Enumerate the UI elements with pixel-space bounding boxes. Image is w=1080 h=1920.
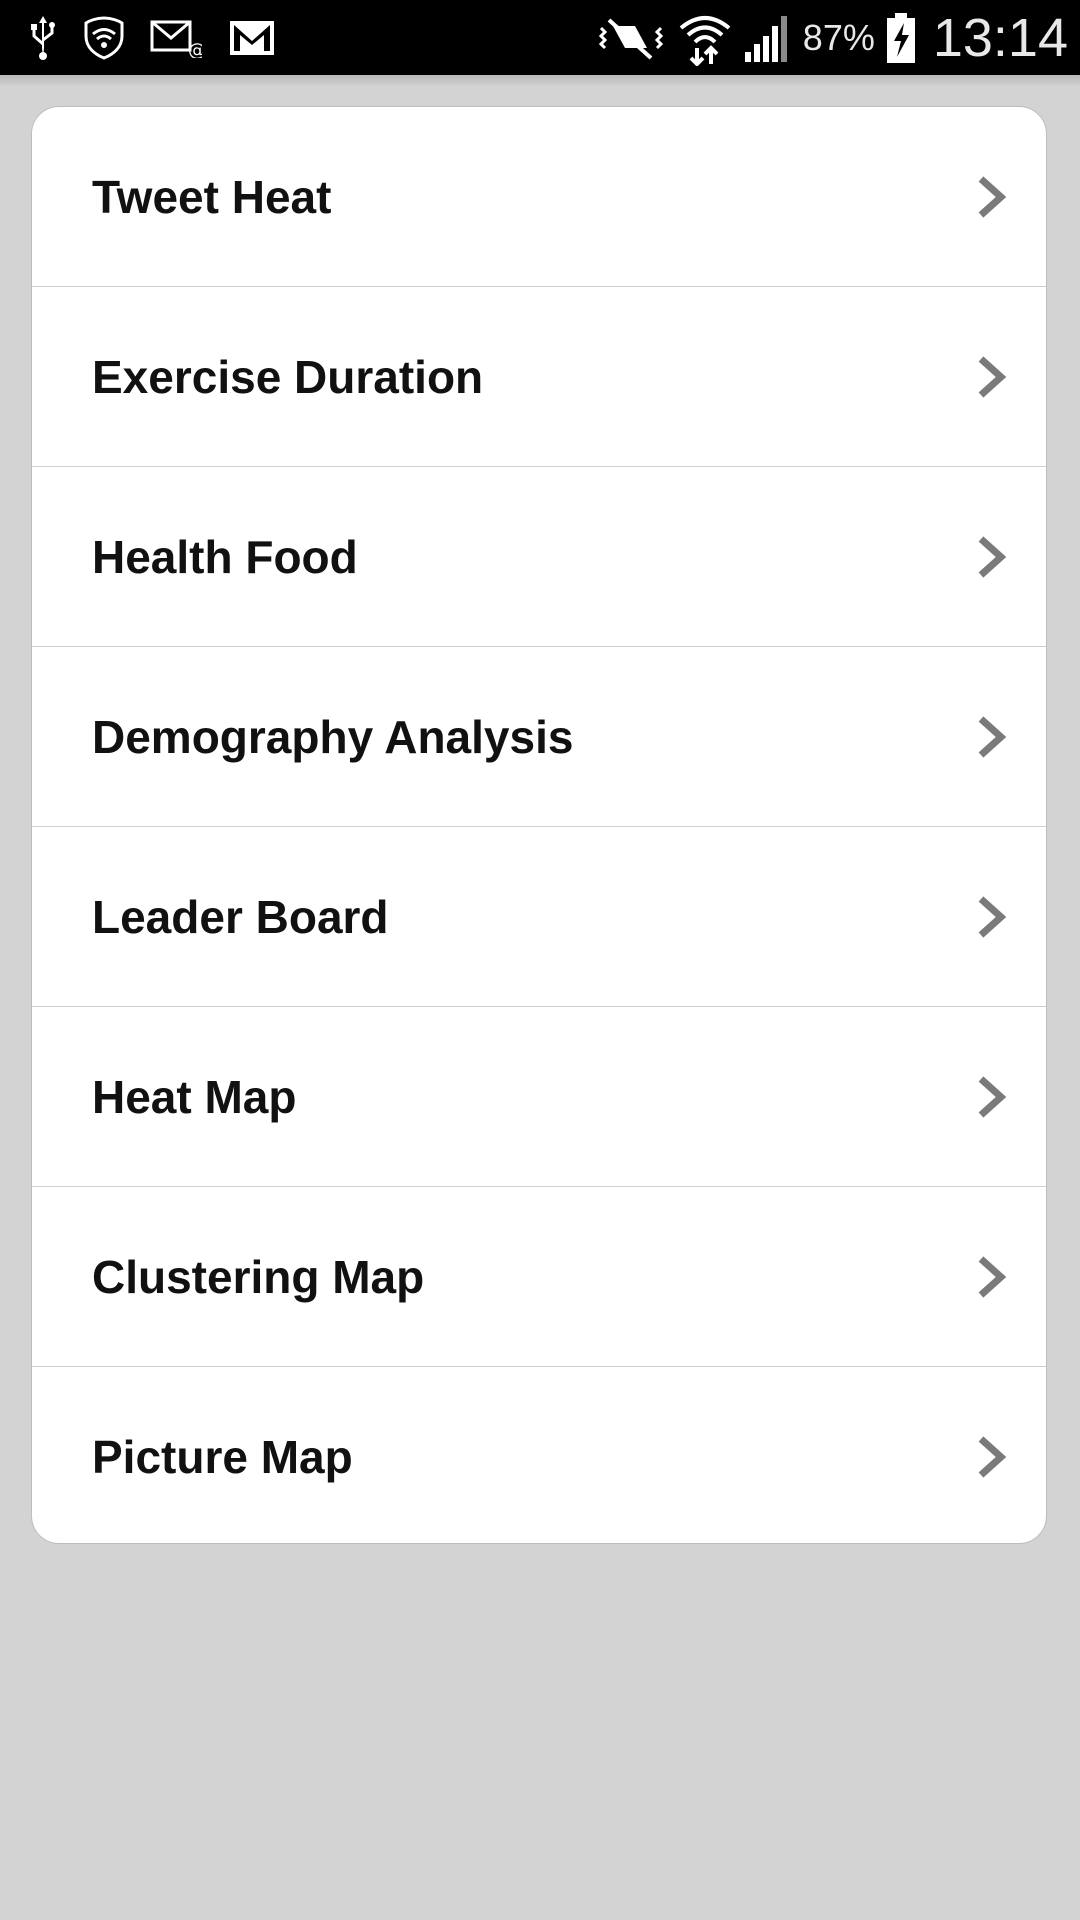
email-icon: @ xyxy=(150,18,202,58)
chevron-right-icon xyxy=(976,355,1006,399)
list-item-label: Health Food xyxy=(92,530,358,583)
chevron-right-icon xyxy=(976,715,1006,759)
status-bar-left: @ xyxy=(28,0,276,75)
chevron-right-icon xyxy=(976,1255,1006,1299)
list-item-label: Leader Board xyxy=(92,890,389,943)
list-item-heat-map[interactable]: Heat Map xyxy=(32,1007,1046,1187)
shield-wifi-icon xyxy=(84,15,124,60)
status-bar-right: 87% 13:14 xyxy=(595,0,1068,75)
battery-percent: 87% xyxy=(802,16,875,58)
chevron-right-icon xyxy=(976,535,1006,579)
gmail-icon xyxy=(228,19,276,57)
list-item-health-food[interactable]: Health Food xyxy=(32,467,1046,647)
list-item-label: Picture Map xyxy=(92,1431,353,1483)
list-item-picture-map[interactable]: Picture Map xyxy=(32,1367,1046,1543)
list-item-label: Demography Analysis xyxy=(92,710,574,763)
battery-charging-icon xyxy=(885,11,917,65)
list-item-label: Exercise Duration xyxy=(92,350,484,403)
chevron-right-icon xyxy=(976,895,1006,939)
chevron-right-icon xyxy=(976,1435,1006,1479)
list-item-clustering-map[interactable]: Clustering Map xyxy=(32,1187,1046,1367)
wifi-icon xyxy=(677,10,733,66)
menu-list: Tweet Heat Exercise Duration Health Food… xyxy=(31,106,1047,1544)
clock: 13:14 xyxy=(932,7,1068,68)
list-item-tweet-heat[interactable]: Tweet Heat xyxy=(32,107,1046,287)
chevron-right-icon xyxy=(976,175,1006,219)
list-item-label: Clustering Map xyxy=(92,1250,425,1303)
svg-text:@: @ xyxy=(188,40,202,58)
status-bar: @ xyxy=(0,0,1080,75)
vibrate-mute-icon xyxy=(595,14,667,62)
list-item-label: Tweet Heat xyxy=(92,170,332,223)
list-item-demography-analysis[interactable]: Demography Analysis xyxy=(32,647,1046,827)
list-item-exercise-duration[interactable]: Exercise Duration xyxy=(32,287,1046,467)
signal-icon xyxy=(743,12,793,64)
chevron-right-icon xyxy=(976,1075,1006,1119)
list-item-label: Heat Map xyxy=(92,1070,297,1123)
status-bar-shadow xyxy=(0,75,1080,87)
list-item-leader-board[interactable]: Leader Board xyxy=(32,827,1046,1007)
usb-icon xyxy=(28,14,58,62)
